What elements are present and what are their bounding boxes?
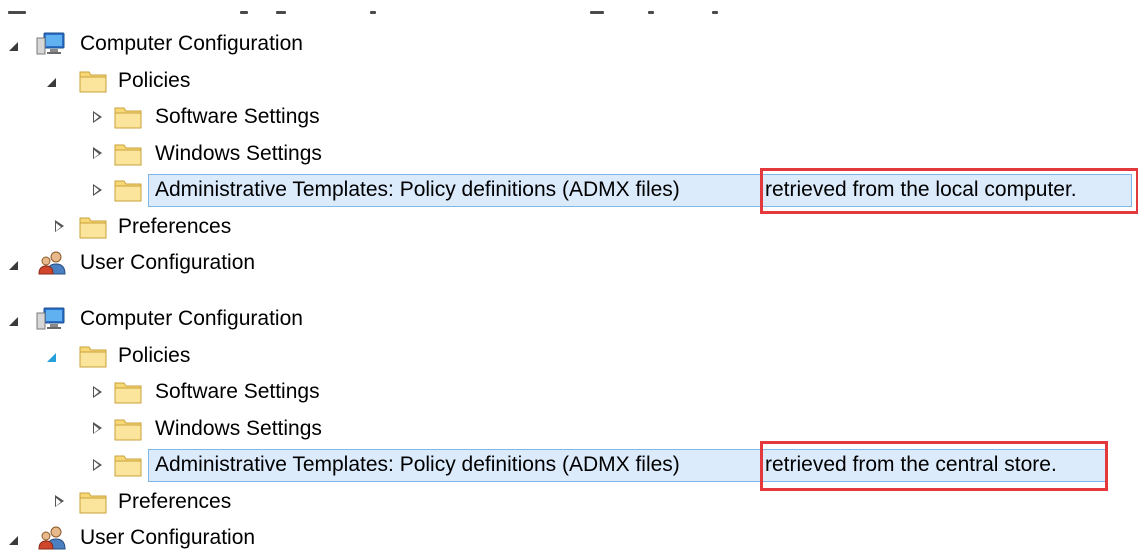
computer-configuration-label: Computer Configuration bbox=[80, 307, 303, 330]
user-configuration-label: User Configuration bbox=[80, 251, 256, 274]
collapse-arrow-icon[interactable] bbox=[4, 256, 18, 270]
expand-arrow-icon[interactable] bbox=[90, 385, 104, 399]
tree-node-user-configuration[interactable]: User Configuration bbox=[0, 245, 1138, 282]
administrative-templates-label: Administrative Templates: Policy definit… bbox=[155, 453, 680, 476]
folder-icon bbox=[114, 455, 142, 477]
tree-node-administrative-templates[interactable]: Administrative Templates: Policy definit… bbox=[0, 441, 1138, 491]
policies-label: Policies bbox=[118, 68, 191, 92]
folder-icon bbox=[114, 107, 142, 129]
folder-icon bbox=[79, 492, 107, 513]
collapse-arrow-icon[interactable] bbox=[4, 531, 18, 545]
folder-icon bbox=[114, 144, 142, 165]
tree-node-computer-configuration[interactable]: Computer Configuration bbox=[0, 301, 1138, 338]
computer-icon bbox=[36, 307, 65, 330]
tree-node-preferences[interactable]: Preferences bbox=[0, 209, 1138, 246]
policies-label: Policies bbox=[118, 343, 191, 367]
expand-arrow-icon[interactable] bbox=[52, 220, 66, 234]
expand-arrow-icon[interactable] bbox=[90, 110, 104, 124]
folder-icon bbox=[114, 419, 142, 440]
tree-node-user-configuration[interactable]: User Configuration bbox=[0, 520, 1138, 557]
tree-node-policies[interactable]: Policies bbox=[0, 63, 1138, 100]
windows-settings-label: Windows Settings bbox=[155, 141, 322, 165]
collapse-arrow-icon[interactable] bbox=[42, 74, 56, 88]
folder-icon bbox=[79, 71, 107, 92]
tree-node-administrative-templates[interactable]: Administrative Templates: Policy definit… bbox=[0, 168, 1138, 214]
computer-icon bbox=[36, 32, 65, 55]
collapse-arrow-icon[interactable] bbox=[4, 312, 18, 326]
users-icon bbox=[38, 251, 66, 275]
preferences-label: Preferences bbox=[118, 214, 232, 238]
preferences-label: Preferences bbox=[118, 489, 232, 513]
collapse-arrow-icon[interactable] bbox=[4, 37, 18, 51]
expand-arrow-icon[interactable] bbox=[52, 495, 66, 509]
tree-node-windows-settings[interactable]: Windows Settings bbox=[0, 136, 1138, 173]
folder-icon bbox=[114, 382, 142, 404]
windows-settings-label: Windows Settings bbox=[155, 416, 322, 440]
users-icon bbox=[38, 526, 66, 550]
tree-node-preferences[interactable]: Preferences bbox=[0, 484, 1138, 521]
folder-icon bbox=[79, 217, 107, 238]
clipped-text-sliver bbox=[0, 0, 1138, 18]
gpo-tree-central-store: Computer Configuration Policies Software… bbox=[0, 301, 1138, 557]
administrative-templates-label: Administrative Templates: Policy definit… bbox=[155, 178, 680, 201]
gpo-tree-local: Computer Configuration Policies Software… bbox=[0, 26, 1138, 282]
folder-icon bbox=[79, 346, 107, 367]
collapse-arrow-icon[interactable] bbox=[42, 349, 56, 363]
expand-arrow-icon[interactable] bbox=[90, 458, 104, 472]
tree-node-computer-configuration[interactable]: Computer Configuration bbox=[0, 26, 1138, 63]
computer-configuration-label: Computer Configuration bbox=[80, 32, 303, 55]
tree-node-policies[interactable]: Policies bbox=[0, 338, 1138, 375]
folder-icon bbox=[114, 180, 142, 202]
expand-arrow-icon[interactable] bbox=[90, 422, 104, 436]
software-settings-label: Software Settings bbox=[155, 105, 320, 128]
highlight-box-local-computer bbox=[760, 168, 1138, 214]
tree-node-software-settings[interactable]: Software Settings bbox=[0, 99, 1138, 136]
tree-node-software-settings[interactable]: Software Settings bbox=[0, 374, 1138, 411]
software-settings-label: Software Settings bbox=[155, 380, 320, 403]
expand-arrow-icon[interactable] bbox=[90, 147, 104, 161]
user-configuration-label: User Configuration bbox=[80, 526, 256, 549]
expand-arrow-icon[interactable] bbox=[90, 183, 104, 197]
